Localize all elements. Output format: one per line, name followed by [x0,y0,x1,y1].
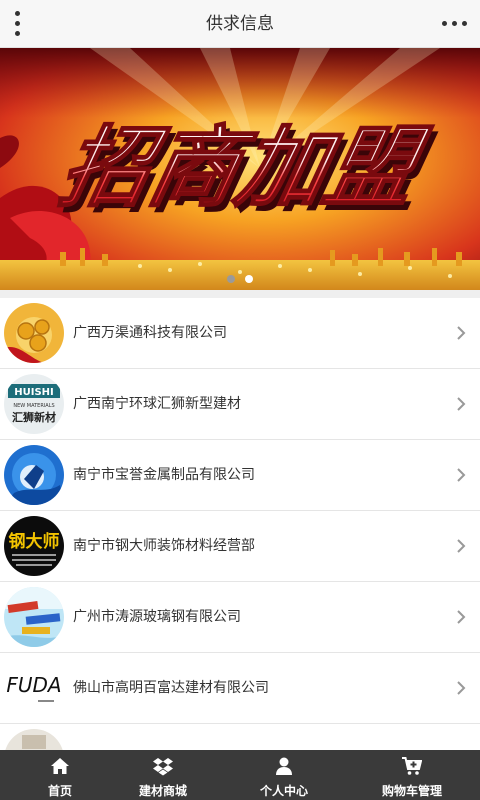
list-item[interactable]: 广西万渠通科技有限公司 [0,298,480,369]
dropbox-icon [153,758,173,776]
company-name: 南宁市宝誉金属制品有限公司 [73,467,255,483]
partial-thumbnail [4,729,64,750]
bottom-tab-bar: 首页 建材商城 个人中心 购物车管理 [0,750,480,800]
list-item[interactable]: HUISHI NEW MATERIALS 汇狮新材 广西南宁环球汇狮新型建材 [0,369,480,440]
page-title: 供求信息 [206,14,274,34]
chevron-right-icon [457,468,466,482]
svg-text:HUISHI: HUISHI [14,387,54,398]
app-screen: 供求信息 招商加盟 招商加盟 广西万渠通科技有限公司 HUISHI NEW MA… [0,0,480,800]
blue-globe-thumbnail [4,445,64,505]
list-item[interactable]: 钢大师 南宁市钢大师装饰材料经营部 [0,511,480,582]
tab-cart-management[interactable]: 购物车管理 [352,750,472,800]
sky-banner-thumbnail [4,587,64,647]
tab-label: 建材商城 [138,784,187,798]
company-name: 广西南宁环球汇狮新型建材 [73,396,241,412]
tab-user-center[interactable]: 个人中心 [224,750,344,800]
company-name: 广州市涛源玻璃钢有限公司 [73,609,241,625]
huishi-logo-thumbnail: HUISHI NEW MATERIALS 汇狮新材 [4,374,64,434]
tab-label: 购物车管理 [381,784,442,798]
list-item[interactable] [0,724,480,750]
svg-text:汇狮新材: 汇狮新材 [12,410,56,424]
horizontal-dots-icon[interactable] [440,12,470,36]
carousel-dot[interactable] [227,275,235,283]
steel-master-logo-thumbnail: 钢大师 [4,516,64,576]
tab-label: 个人中心 [259,784,308,798]
banner-headline: 招商加盟 [52,116,437,219]
fuda-logo-thumbnail: FUDA [4,658,64,718]
carousel-indicator [0,268,480,283]
cart-add-icon [402,757,422,775]
gold-coins-thumbnail [4,303,64,363]
top-bar: 供求信息 [0,0,480,48]
svg-text:钢大师: 钢大师 [9,531,60,552]
svg-text:FUDA: FUDA [6,673,61,697]
tab-building-mall[interactable]: 建材商城 [103,750,223,800]
list-item[interactable]: FUDA 佛山市高明百富达建材有限公司 [0,653,480,724]
chevron-right-icon [457,539,466,553]
company-list: 广西万渠通科技有限公司 HUISHI NEW MATERIALS 汇狮新材 广西… [0,298,480,750]
svg-text:NEW MATERIALS: NEW MATERIALS [13,403,54,409]
home-icon [51,758,69,774]
company-name: 佛山市高明百富达建材有限公司 [73,680,269,696]
promo-banner[interactable]: 招商加盟 招商加盟 [0,48,480,290]
list-item[interactable]: 南宁市宝誉金属制品有限公司 [0,440,480,511]
chevron-right-icon [457,681,466,695]
carousel-dot-active[interactable] [245,275,253,283]
company-name: 广西万渠通科技有限公司 [73,325,227,341]
tab-label: 首页 [47,784,72,798]
chevron-right-icon [457,397,466,411]
banner-artwork: 招商加盟 招商加盟 [0,48,480,290]
company-name: 南宁市钢大师装饰材料经营部 [73,538,255,554]
chevron-right-icon [457,610,466,624]
list-item[interactable]: 广州市涛源玻璃钢有限公司 [0,582,480,653]
chevron-right-icon [457,326,466,340]
section-divider [0,290,480,298]
tab-home[interactable]: 首页 [0,750,120,800]
user-icon [276,757,292,775]
